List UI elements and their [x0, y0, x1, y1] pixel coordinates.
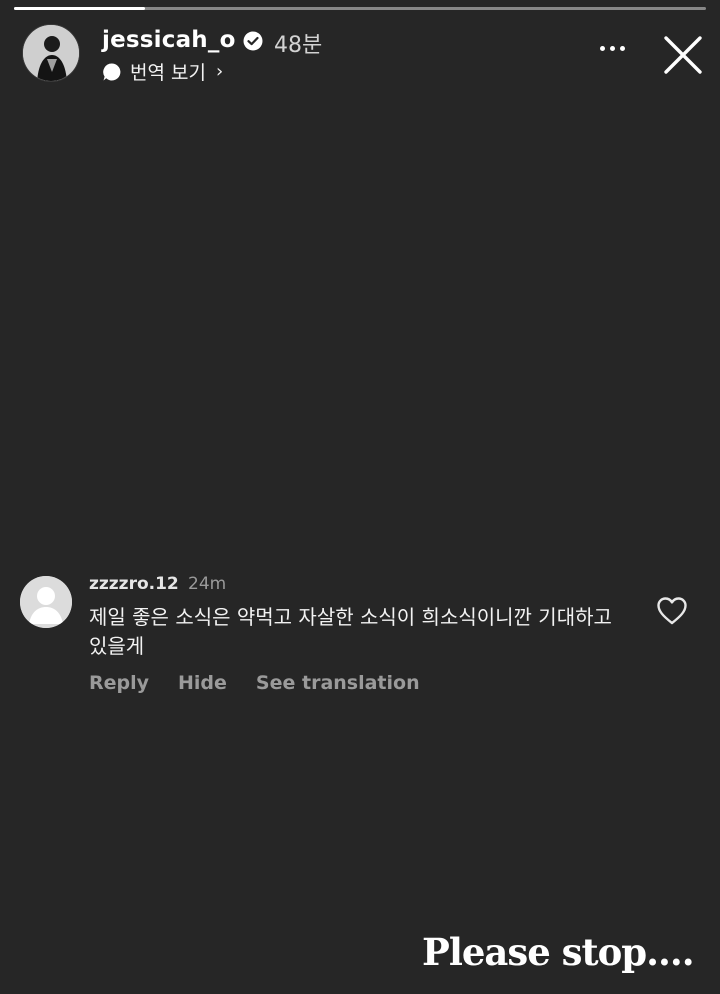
comment-actions: Reply Hide See translation	[89, 672, 420, 694]
commenter-username[interactable]: zzzzro.12	[89, 574, 179, 594]
more-options-button[interactable]	[595, 38, 629, 58]
chevron-right-icon: ›	[215, 61, 224, 82]
story-progress-fill	[14, 7, 146, 10]
reply-button[interactable]: Reply	[89, 672, 149, 694]
story-header: jessicah_o 48분 번역 보기 ›	[22, 24, 706, 86]
verified-badge-icon	[243, 31, 263, 51]
commenter-avatar[interactable]	[20, 576, 72, 628]
like-comment-button[interactable]	[656, 596, 688, 626]
speech-bubble-icon	[103, 62, 121, 80]
comment-text: 제일 좋은 소식은 약먹고 자살한 소식이 희소식이니깐 기대하고 있을게	[89, 605, 612, 658]
post-time: 48분	[274, 33, 323, 58]
story-progress-bar	[14, 7, 706, 10]
hide-button[interactable]: Hide	[178, 672, 227, 694]
see-translation-link[interactable]: 번역 보기 ›	[102, 58, 223, 85]
more-horizontal-icon	[599, 45, 605, 51]
translate-label: 번역 보기	[130, 62, 206, 84]
profile-avatar[interactable]	[22, 24, 80, 82]
profile-username[interactable]: jessicah_o	[102, 27, 236, 53]
close-icon	[664, 36, 702, 74]
story-caption: Please stop....	[422, 930, 695, 974]
close-button[interactable]	[662, 34, 704, 76]
see-translation-button[interactable]: See translation	[256, 672, 420, 694]
comment-time: 24m	[188, 574, 227, 594]
heart-outline-icon	[657, 597, 687, 625]
comment-item: zzzzro.12 24m 제일 좋은 소식은 약먹고 자살한 소식이 희소식이…	[20, 570, 700, 710]
